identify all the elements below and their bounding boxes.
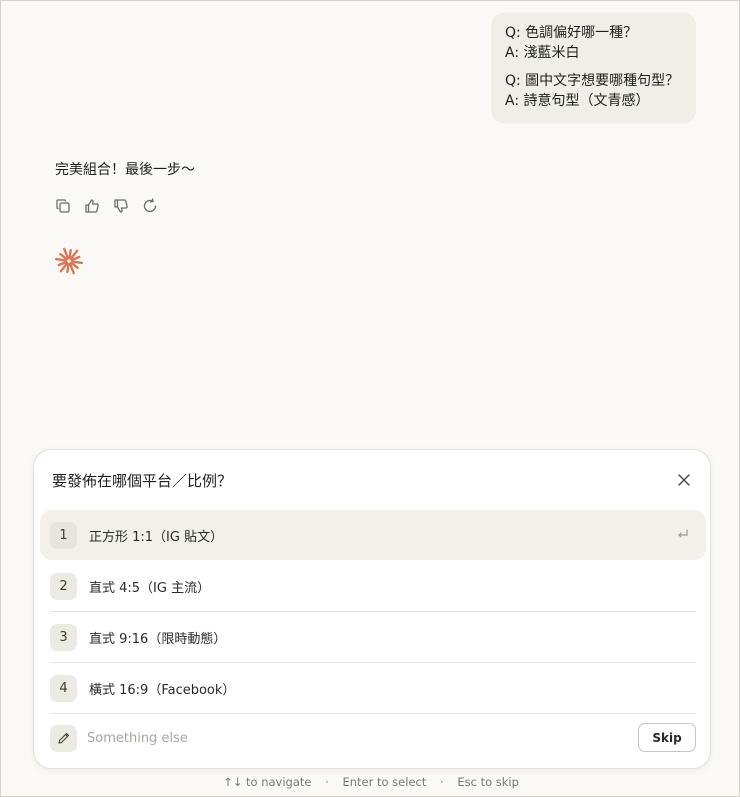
navigate-hint: ↑↓ to navigate: [223, 775, 312, 789]
qa-pair: Q: 色調偏好哪一種？ A: 淺藍米白: [505, 23, 682, 63]
thumbs-down-icon: [113, 198, 128, 213]
claude-spark-icon: [54, 247, 84, 275]
option-label: 直式 4:5（IG 主流）: [89, 580, 211, 596]
option-label: 正方形 1:1（IG 貼文）: [89, 529, 224, 545]
pencil-badge: [50, 724, 77, 752]
answer-text: A: 淺藍米白: [505, 45, 580, 61]
assistant-message: 完美組合！最後一步～: [55, 162, 195, 178]
message-actions: [53, 196, 159, 215]
thumbs-up-button[interactable]: [82, 196, 101, 215]
option-label: 直式 9:16（限時動態）: [89, 631, 227, 647]
enter-key-icon: [678, 529, 688, 538]
close-button[interactable]: [676, 472, 692, 488]
skip-button[interactable]: Skip: [638, 723, 696, 752]
option-number: 1: [50, 521, 77, 549]
question-title: 要發佈在哪個平台／比例？: [52, 472, 233, 490]
skip-hint: Esc to skip: [457, 775, 519, 789]
thumbs-up-icon: [84, 198, 99, 213]
retry-button[interactable]: [140, 196, 159, 215]
qa-pair: Q: 圖中文字想要哪種句型？ A: 詩意句型（文青感）: [505, 71, 682, 111]
hint-separator: ·: [440, 775, 444, 789]
question-panel: 要發佈在哪個平台／比例？ 1 正方形 1:1（IG 貼文） 2 直式 4:5（I…: [33, 449, 711, 769]
user-message-bubble: Q: 色調偏好哪一種？ A: 淺藍米白 Q: 圖中文字想要哪種句型？ A: 詩意…: [491, 13, 696, 123]
retry-icon: [143, 197, 156, 212]
hint-separator: ·: [325, 775, 329, 789]
pencil-icon: [57, 732, 69, 744]
thumbs-down-button[interactable]: [111, 196, 130, 215]
divider: [50, 713, 696, 714]
something-else-input[interactable]: [87, 730, 507, 746]
option-list: 1 正方形 1:1（IG 貼文） 2 直式 4:5（IG 主流） 3 直式 9:…: [40, 510, 706, 714]
option-3[interactable]: 3 直式 9:16（限時動態）: [40, 612, 706, 662]
copy-icon: [55, 198, 70, 213]
option-number: 3: [50, 623, 77, 651]
keyboard-hints: ↑↓ to navigate · Enter to select · Esc t…: [1, 775, 740, 789]
question-text: Q: 圖中文字想要哪種句型？: [505, 73, 680, 89]
option-number: 4: [50, 674, 77, 702]
option-label: 橫式 16:9（Facebook）: [89, 682, 236, 698]
answer-text: A: 詩意句型（文青感）: [505, 93, 650, 109]
other-answer-row: Skip: [50, 723, 696, 752]
option-4[interactable]: 4 橫式 16:9（Facebook）: [40, 663, 706, 713]
select-hint: Enter to select: [342, 775, 427, 789]
option-1[interactable]: 1 正方形 1:1（IG 貼文）: [40, 510, 706, 560]
close-icon: [678, 474, 690, 486]
option-number: 2: [50, 572, 77, 600]
question-text: Q: 色調偏好哪一種？: [505, 25, 638, 41]
option-2[interactable]: 2 直式 4:5（IG 主流）: [40, 561, 706, 611]
copy-button[interactable]: [53, 196, 72, 215]
